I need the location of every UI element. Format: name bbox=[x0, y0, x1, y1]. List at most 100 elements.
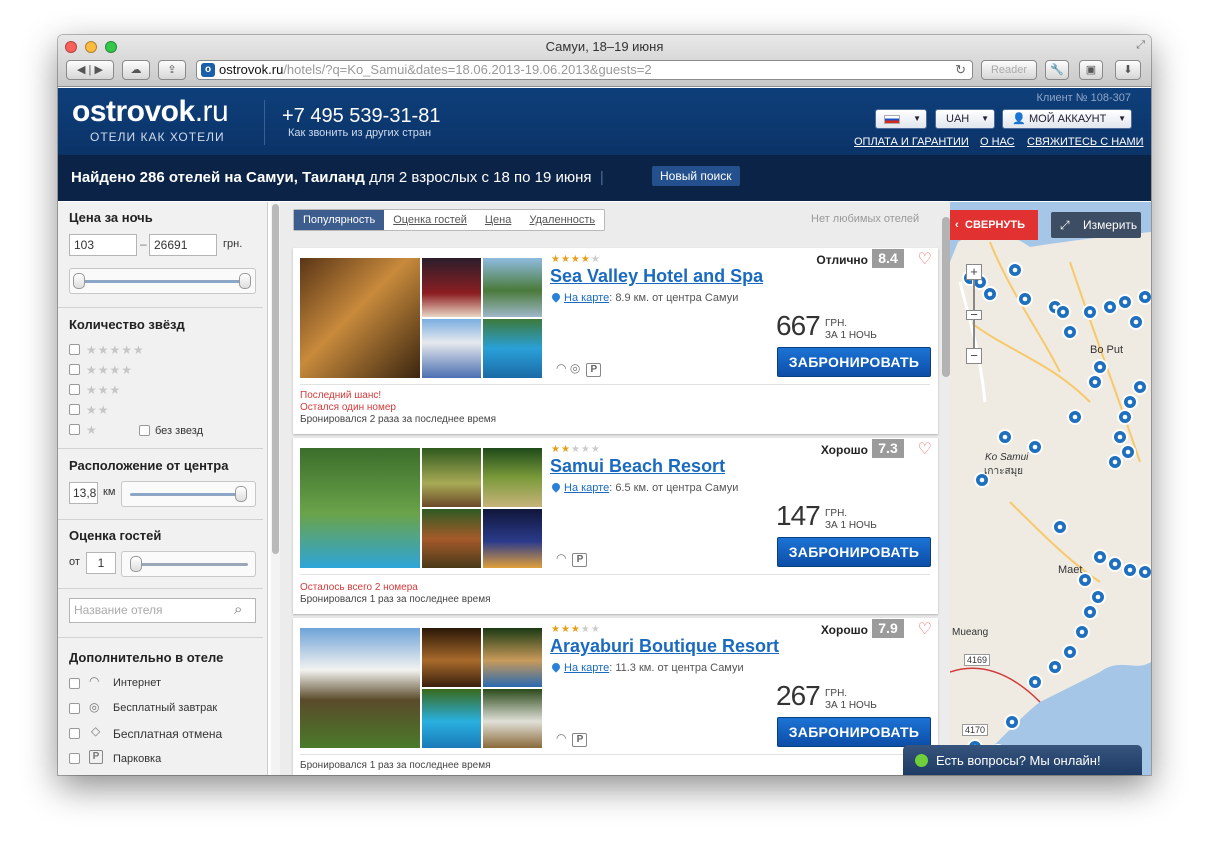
booking-stats: Бронировался 1 раз за последнее время bbox=[300, 760, 491, 771]
show-on-map-link[interactable]: На карте bbox=[564, 482, 609, 494]
hotel-photo-thumb[interactable] bbox=[422, 319, 481, 378]
reload-icon[interactable]: ↻ bbox=[955, 61, 966, 79]
filter-divider bbox=[58, 519, 263, 520]
free-cancel-checkbox[interactable] bbox=[69, 728, 80, 739]
hotel-name-link[interactable]: Arayaburi Boutique Resort bbox=[550, 636, 779, 657]
international-call-link[interactable]: Как звонить из других стран bbox=[288, 127, 431, 139]
stars-3-checkbox[interactable] bbox=[69, 384, 80, 395]
hotel-location: На карте: 8.9 км. от центра Самуи bbox=[550, 291, 738, 304]
show-on-map-link[interactable]: На карте bbox=[564, 292, 609, 304]
hotel-name-search-input[interactable]: Название отеля bbox=[69, 598, 256, 623]
hotel-marker-dot bbox=[1087, 609, 1093, 615]
share-button[interactable]: ⇪ bbox=[158, 60, 186, 80]
show-on-map-link[interactable]: На карте bbox=[564, 662, 609, 674]
language-selector[interactable]: ▼ bbox=[875, 109, 927, 129]
hotel-main-photo[interactable] bbox=[300, 258, 420, 378]
sort-popularity-tab[interactable]: Популярность bbox=[294, 210, 385, 230]
fullscreen-icon[interactable]: ⤢ bbox=[1136, 39, 1145, 52]
site-logo[interactable]: ostrovok.ru bbox=[72, 95, 229, 129]
search-icon[interactable]: ⌕ bbox=[234, 601, 242, 618]
tools-button[interactable]: 🔧 bbox=[1045, 60, 1069, 80]
rating-from-input[interactable]: 1 bbox=[86, 552, 116, 574]
zoom-out-button[interactable]: − bbox=[966, 348, 982, 364]
hotel-photo-thumb[interactable] bbox=[422, 628, 481, 687]
cloud-button[interactable]: ☁ bbox=[122, 60, 150, 80]
address-bar[interactable]: o ostrovok.ru/hotels/?q=Ko_Samui&dates=1… bbox=[196, 60, 973, 80]
stars-2-checkbox[interactable] bbox=[69, 404, 80, 415]
parking-checkbox[interactable] bbox=[69, 753, 80, 764]
internet-checkbox[interactable] bbox=[69, 678, 80, 689]
downloads-button[interactable]: ⬇ bbox=[1115, 60, 1141, 80]
favorite-heart-icon[interactable]: ♡ bbox=[918, 249, 932, 269]
distance-slider-handle[interactable] bbox=[235, 486, 247, 502]
sidebar-scrollbar[interactable] bbox=[271, 202, 280, 775]
rating-score: 8.4 bbox=[872, 249, 904, 268]
hotel-photo-thumb[interactable] bbox=[483, 258, 542, 317]
hotel-photo-thumb[interactable] bbox=[422, 509, 481, 568]
new-search-button[interactable]: Новый поиск bbox=[652, 166, 740, 186]
book-button[interactable]: ЗАБРОНИРОВАТЬ bbox=[777, 717, 931, 747]
hotel-photo-thumb[interactable] bbox=[483, 689, 542, 748]
back-forward-buttons[interactable]: ◀ | ▶ bbox=[66, 60, 114, 80]
online-chat-widget[interactable]: Есть вопросы? Мы онлайн! bbox=[903, 745, 1142, 775]
hotel-photo-thumb[interactable] bbox=[422, 448, 481, 507]
chat-label: Есть вопросы? Мы онлайн! bbox=[936, 753, 1101, 768]
about-link[interactable]: О НАС bbox=[980, 136, 1015, 148]
zoom-in-button[interactable]: + bbox=[966, 264, 982, 280]
price-max-input[interactable]: 26691 bbox=[149, 234, 217, 256]
reader-button[interactable]: Reader bbox=[981, 60, 1037, 80]
hotel-main-photo[interactable] bbox=[300, 448, 420, 568]
stars-4-checkbox[interactable] bbox=[69, 364, 80, 375]
favorite-heart-icon[interactable]: ♡ bbox=[918, 439, 932, 459]
price-slider[interactable] bbox=[69, 268, 256, 294]
price-slider-min-handle[interactable] bbox=[73, 273, 85, 289]
price-slider-max-handle[interactable] bbox=[239, 273, 251, 289]
zoom-slider-handle[interactable]: − bbox=[966, 308, 982, 321]
rating-slider[interactable] bbox=[121, 551, 256, 577]
rating-slider-track bbox=[130, 563, 248, 566]
results-scrollbar-thumb[interactable] bbox=[942, 217, 950, 377]
hotel-name-link[interactable]: Samui Beach Resort bbox=[550, 456, 725, 477]
no-stars-label: без звезд bbox=[155, 425, 204, 437]
sidebar-scrollbar-thumb[interactable] bbox=[272, 204, 279, 554]
hotel-photo-thumb[interactable] bbox=[483, 448, 542, 507]
account-menu[interactable]: 👤 МОЙ АККАУНТ ▼ bbox=[1002, 109, 1132, 129]
payment-guarantees-link[interactable]: ОПЛАТА И ГАРАНТИИ bbox=[854, 136, 969, 148]
sort-distance-tab[interactable]: Удаленность bbox=[520, 210, 604, 230]
rating-text: Хорошо bbox=[820, 443, 868, 457]
collapse-map-button[interactable]: ‹ СВЕРНУТЬ bbox=[950, 210, 1038, 240]
hotel-photo-thumb[interactable] bbox=[422, 689, 481, 748]
hotels-map[interactable]: Bo Put Ko Samui เกาะสมุย Maet Mueang 416… bbox=[950, 202, 1151, 775]
free-breakfast-checkbox[interactable] bbox=[69, 703, 80, 714]
chat-status-icon bbox=[915, 754, 928, 767]
distance-input[interactable]: 13,8 bbox=[69, 482, 98, 504]
contact-link[interactable]: СВЯЖИТЕСЬ С НАМИ bbox=[1027, 136, 1144, 148]
forward-arrow-icon[interactable]: ▶ bbox=[94, 64, 102, 76]
hotel-marker-dot bbox=[977, 279, 983, 285]
rating-slider-handle[interactable] bbox=[130, 556, 142, 572]
sort-rating-tab[interactable]: Оценка гостей bbox=[384, 210, 476, 230]
back-arrow-icon[interactable]: ◀ bbox=[77, 64, 85, 76]
measure-distance-button[interactable]: ⤢ Измерить bbox=[1051, 212, 1141, 238]
screenshot-button[interactable]: ▣ bbox=[1079, 60, 1103, 80]
favorite-heart-icon[interactable]: ♡ bbox=[918, 619, 932, 639]
book-button[interactable]: ЗАБРОНИРОВАТЬ bbox=[777, 537, 931, 567]
hotel-photo-thumb[interactable] bbox=[483, 319, 542, 378]
rating-score: 7.9 bbox=[872, 619, 904, 638]
price-min-input[interactable]: 103 bbox=[69, 234, 137, 256]
map-canvas[interactable] bbox=[950, 202, 1151, 775]
hotel-main-photo[interactable] bbox=[300, 628, 420, 748]
no-stars-checkbox[interactable] bbox=[139, 425, 150, 436]
hotel-photo-thumb[interactable] bbox=[422, 258, 481, 317]
extras-filter-title: Дополнительно в отеле bbox=[69, 650, 224, 665]
stars-5-checkbox[interactable] bbox=[69, 344, 80, 355]
distance-slider[interactable] bbox=[121, 481, 256, 507]
hotel-photo-thumb[interactable] bbox=[483, 628, 542, 687]
sort-price-tab[interactable]: Цена bbox=[476, 210, 520, 230]
hotel-name-link[interactable]: Sea Valley Hotel and Spa bbox=[550, 266, 763, 287]
currency-selector[interactable]: UAH ▼ bbox=[935, 109, 995, 129]
stars-1-checkbox[interactable] bbox=[69, 424, 80, 435]
book-button[interactable]: ЗАБРОНИРОВАТЬ bbox=[777, 347, 931, 377]
hotel-photo-thumb[interactable] bbox=[483, 509, 542, 568]
user-icon: 👤 bbox=[1012, 113, 1026, 125]
